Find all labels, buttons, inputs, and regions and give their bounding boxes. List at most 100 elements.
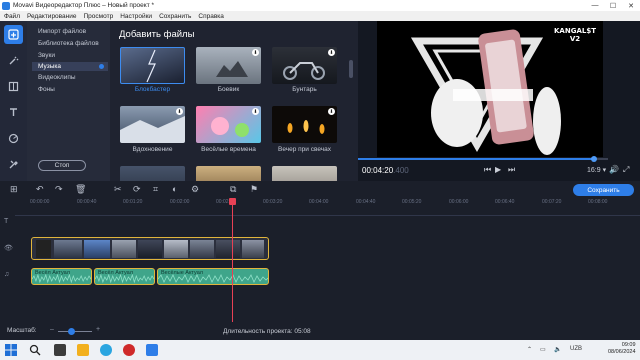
thumb-blockbuster[interactable] (120, 47, 185, 84)
download-icon[interactable]: ⬇ (328, 49, 335, 56)
close-button[interactable]: ✕ (622, 0, 640, 11)
zoom-in-icon[interactable]: + (96, 326, 100, 333)
magic-wand-icon[interactable] (4, 51, 23, 70)
download-icon[interactable]: ⬇ (252, 108, 259, 115)
import-icon[interactable] (4, 25, 23, 44)
audio-clip[interactable]: Весёлые Актуал (157, 268, 269, 285)
fullscreen-icon[interactable]: ⤢ (623, 165, 629, 175)
download-icon[interactable]: ⬇ (328, 108, 335, 115)
cut-icon[interactable]: ✂ (114, 184, 122, 195)
volume-tray-icon[interactable]: 🔈 (554, 346, 561, 353)
video-preview[interactable]: KANGAL$T V2 (377, 21, 603, 157)
thumb-item[interactable] (196, 166, 261, 181)
next-frame-icon[interactable]: ⏭ (508, 165, 515, 175)
category-file-library[interactable]: Библиотека файлов (38, 40, 99, 47)
add-track-icon[interactable]: ⊞ (10, 184, 18, 195)
media-scrollbar[interactable] (349, 60, 353, 78)
menu-save[interactable]: Сохранить (159, 13, 191, 20)
thumb-item[interactable] (120, 166, 185, 181)
undo-icon[interactable]: ↶ (36, 184, 44, 195)
media-panel: Добавить файлы Блокбастер ⬇ Боевик ⬇ Бун… (110, 21, 358, 181)
telegram-icon[interactable] (100, 344, 112, 356)
download-icon[interactable]: ⬇ (176, 108, 183, 115)
category-sounds[interactable]: Звуки (38, 52, 55, 59)
playhead[interactable] (232, 198, 233, 322)
thumb-action[interactable]: ⬇ (196, 47, 261, 84)
seek-handle[interactable] (591, 156, 597, 162)
clip-frame (112, 240, 136, 258)
delete-icon[interactable]: 🗑 (75, 184, 86, 195)
clip-frame (54, 240, 82, 258)
redo-icon[interactable]: ↷ (55, 184, 63, 195)
movavi-icon[interactable] (146, 344, 158, 356)
download-icon[interactable]: ⬇ (252, 49, 259, 56)
video-track-icon: 👁 (4, 245, 13, 252)
start-icon[interactable] (5, 344, 17, 356)
scale-slider-handle[interactable] (68, 328, 75, 335)
thumb-label: Вдохновение (132, 146, 173, 153)
aspect-ratio-select[interactable]: 16:9 ▾ (587, 166, 606, 174)
insert-icon[interactable]: ⧉ (230, 184, 236, 195)
tool-strip (0, 21, 27, 181)
maximize-button[interactable]: ☐ (604, 0, 622, 11)
thumb-fun-times[interactable]: ⬇ (196, 106, 261, 143)
playhead-handle[interactable] (229, 198, 236, 205)
marker-icon[interactable]: ⚑ (250, 184, 258, 195)
file-explorer-icon[interactable] (77, 344, 89, 356)
clip-frame (216, 240, 240, 258)
category-import-files[interactable]: Импорт файлов (38, 28, 86, 35)
network-icon[interactable]: ▭ (540, 346, 546, 353)
ruler-tick: 00:04:40 (356, 199, 376, 205)
rotate-icon[interactable]: ⟳ (133, 184, 141, 195)
task-view-icon[interactable] (54, 344, 66, 356)
scale-slider[interactable] (58, 331, 92, 332)
menu-edit[interactable]: Редактирование (27, 13, 77, 20)
prev-frame-icon[interactable]: ⏮ (484, 165, 491, 175)
title-track-icon: T (4, 218, 9, 225)
clip-frame (36, 240, 51, 258)
ruler-tick: 00:00:00 (30, 199, 50, 205)
audio-clip[interactable]: Весёл Актуал (94, 268, 155, 285)
filters-icon[interactable] (4, 77, 23, 96)
video-clip[interactable] (31, 237, 269, 260)
play-icon[interactable]: ▶ (495, 165, 501, 174)
category-panel: Импорт файлов Библиотека файлов Звуки Му… (27, 21, 110, 181)
stop-button[interactable]: Стоп (38, 160, 86, 171)
search-icon[interactable] (29, 344, 41, 356)
clip-properties-icon[interactable]: ⚙ (191, 184, 199, 195)
thumb-candle-evening[interactable]: ⬇ (272, 106, 337, 143)
audio-clip[interactable]: Весёл Актуал (31, 268, 92, 285)
minimize-button[interactable]: — (586, 0, 604, 11)
menu-file[interactable]: Файл (4, 13, 20, 20)
tray-chevron-icon[interactable]: ⌃ (527, 346, 532, 353)
more-tools-icon[interactable] (4, 155, 23, 174)
thumb-inspiration[interactable]: ⬇ (120, 106, 185, 143)
timecode-frac: .400 (393, 166, 409, 175)
thumb-rebel[interactable]: ⬇ (272, 47, 337, 84)
track-divider (15, 215, 640, 216)
save-button[interactable]: Сохранить (573, 184, 634, 196)
timeline-tracks[interactable] (0, 208, 640, 321)
timeline-toolbar (0, 181, 640, 197)
stickers-icon[interactable] (4, 129, 23, 148)
app-icon[interactable] (123, 344, 135, 356)
clip-frame (242, 240, 264, 258)
volume-icon[interactable]: 🔊 (609, 165, 619, 174)
color-adjust-icon[interactable]: ◐ (172, 184, 177, 194)
titles-icon[interactable] (4, 103, 23, 122)
zoom-out-icon[interactable]: – (50, 326, 54, 333)
thumb-item[interactable] (272, 166, 337, 181)
thumb-label: Бунтарь (292, 86, 317, 93)
menu-help[interactable]: Справка (198, 13, 224, 20)
preview-timecode: 00:04:20.400 (362, 166, 409, 175)
category-music[interactable]: Музыка (32, 62, 108, 71)
crop-icon[interactable]: ⌗ (153, 184, 158, 195)
category-videoclips[interactable]: Видеоклипы (38, 74, 76, 81)
language-indicator[interactable]: UZB (570, 346, 582, 352)
menu-view[interactable]: Просмотр (84, 13, 114, 20)
clip-frame (190, 240, 214, 258)
menu-settings[interactable]: Настройки (120, 13, 152, 20)
category-backgrounds[interactable]: Фоны (38, 86, 55, 93)
system-clock[interactable]: 09:09 08/06/2024 (608, 342, 636, 356)
ruler-tick: 00:06:40 (495, 199, 515, 205)
